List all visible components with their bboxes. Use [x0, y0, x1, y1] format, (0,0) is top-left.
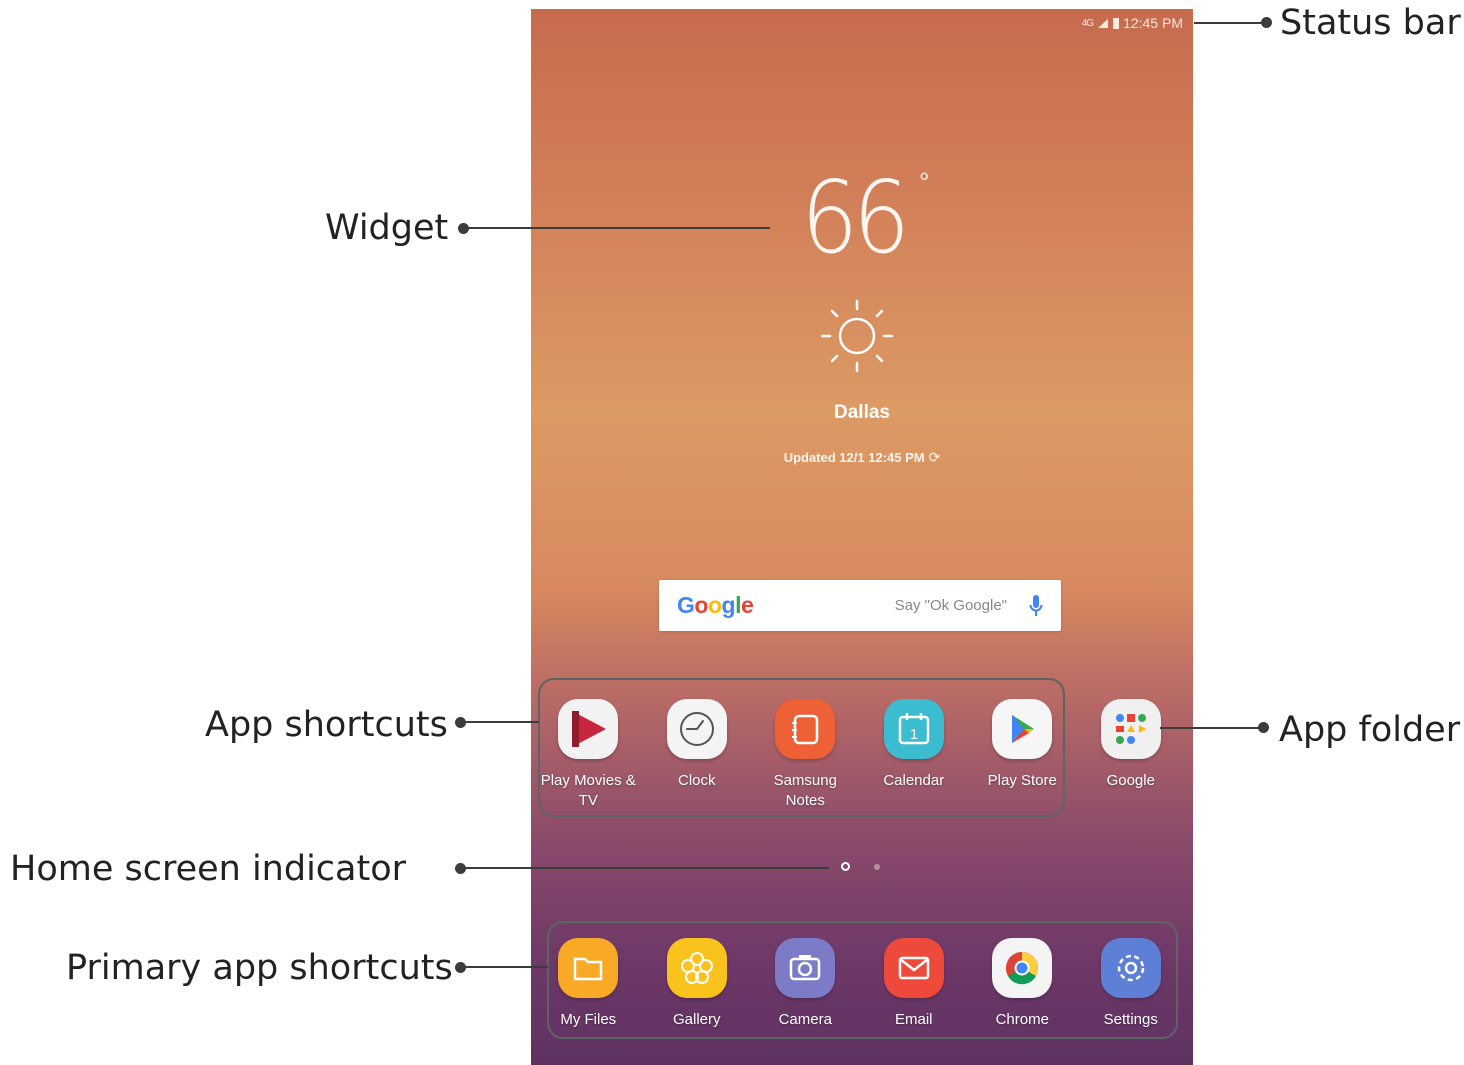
google-logo: Google	[677, 592, 754, 618]
status-time: 12:45 PM	[1123, 15, 1183, 31]
callout-line	[1160, 727, 1264, 729]
home-screen: 4G 12:45 PM 66 ° Dallas Updated 12/1 12:…	[531, 9, 1193, 1065]
home-page-dot[interactable]	[841, 862, 850, 871]
weather-city[interactable]: Dallas	[531, 402, 1193, 424]
callout-line	[461, 867, 829, 869]
app-folder-google[interactable]: Google	[1077, 699, 1186, 811]
app-label: Google	[1106, 772, 1155, 789]
callout-widget: Widget	[325, 208, 449, 248]
microphone-icon[interactable]	[1029, 594, 1043, 618]
callout-home-indicator: Home screen indicator	[10, 849, 407, 889]
callout-dot	[1261, 17, 1272, 28]
network-type-icon: 4G	[1081, 17, 1094, 29]
weather-updated[interactable]: Updated 12/1 12:45 PM ⟳	[531, 449, 1193, 466]
signal-icon	[1098, 18, 1109, 28]
google-folder-icon	[1100, 699, 1161, 759]
home-screen-indicator[interactable]	[841, 862, 880, 871]
callout-line	[464, 227, 770, 229]
weather-temperature[interactable]: 66	[801, 159, 910, 276]
callout-status-bar: Status bar	[1280, 3, 1461, 43]
callout-line	[1194, 22, 1266, 24]
temperature-unit: °	[919, 167, 930, 197]
callout-dot	[1258, 722, 1269, 733]
google-search-bar[interactable]: Google Say "Ok Google"	[659, 580, 1061, 631]
status-bar: 4G 12:45 PM	[531, 9, 1193, 37]
search-hint: Say "Ok Google"	[894, 597, 1007, 614]
sun-icon	[820, 299, 894, 373]
callout-app-folder: App folder	[1279, 710, 1461, 750]
callout-line	[461, 966, 548, 968]
primary-shortcuts-outline	[547, 921, 1178, 1039]
callout-primary-shortcuts: Primary app shortcuts	[66, 948, 453, 988]
page-dot[interactable]	[874, 863, 880, 870]
callout-app-shortcuts: App shortcuts	[205, 705, 448, 745]
callout-line	[461, 721, 539, 723]
app-shortcuts-outline	[538, 678, 1065, 817]
battery-icon	[1113, 17, 1120, 29]
refresh-icon[interactable]: ⟳	[929, 449, 941, 465]
updated-text: Updated 12/1 12:45 PM	[783, 450, 925, 465]
